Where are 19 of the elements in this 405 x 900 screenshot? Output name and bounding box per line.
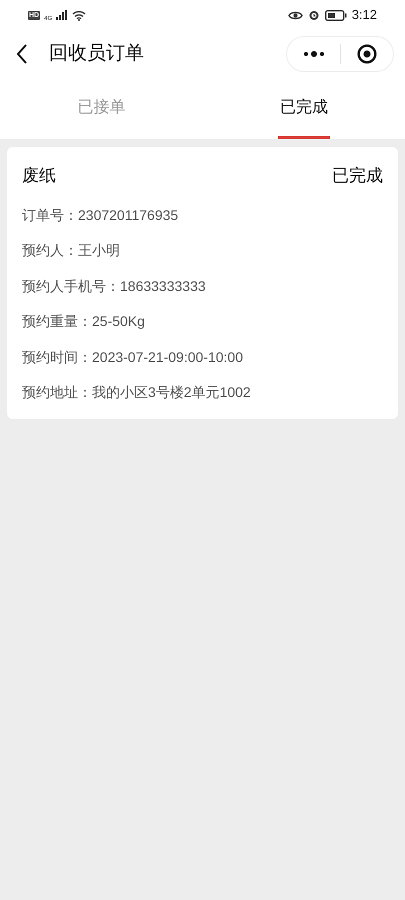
order-detail: 预约地址：我的小区3号楼2单元1002	[22, 383, 251, 402]
close-target-icon[interactable]	[357, 44, 377, 64]
page-title: 回收员订单	[49, 42, 145, 66]
back-icon[interactable]	[15, 43, 29, 65]
clock-time: 3:12	[352, 6, 377, 24]
eye-icon	[288, 10, 303, 20]
signal-icon	[56, 10, 68, 20]
wifi-icon	[72, 10, 86, 20]
alarm-icon	[308, 9, 320, 21]
battery-icon	[324, 10, 347, 20]
order-detail: 订单号：2307201176935	[22, 206, 178, 225]
order-detail: 预约人：王小明	[22, 241, 120, 260]
tab[interactable]: 已完成	[278, 80, 330, 139]
order-detail: 预约时间：2023-07-21-09:00-10:00	[22, 348, 244, 367]
order-category: 废纸	[22, 165, 56, 187]
order-detail: 预约重量：25-50Kg	[22, 312, 145, 332]
order-detail: 预约人手机号：18633333333	[22, 276, 206, 296]
more-icon[interactable]	[303, 51, 325, 57]
order-status: 已完成	[332, 165, 383, 187]
